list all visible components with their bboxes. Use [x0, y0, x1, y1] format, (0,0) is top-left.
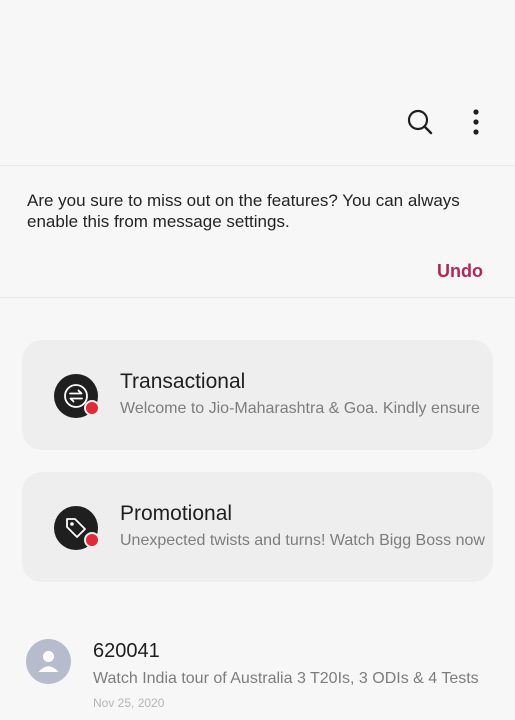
unread-badge: [84, 400, 100, 416]
category-preview: Unexpected twists and turns! Watch Bigg …: [120, 532, 485, 549]
category-title: Transactional: [120, 370, 246, 393]
conversation-item[interactable]: 620041 Watch India tour of Australia 3 T…: [0, 627, 515, 720]
avatar: [26, 639, 71, 684]
search-icon: [407, 109, 433, 135]
person-icon: [38, 651, 59, 672]
more-options-button[interactable]: [458, 104, 494, 140]
category-preview: Welcome to Jio-Maharashtra & Goa. Kindly…: [120, 400, 480, 417]
divider: [0, 297, 515, 298]
conversation-sender: 620041: [93, 640, 160, 662]
search-button[interactable]: [402, 104, 438, 140]
more-options-icon: [473, 109, 479, 135]
undo-button[interactable]: Undo: [437, 261, 483, 282]
transactional-category-icon: [54, 374, 100, 418]
divider: [0, 165, 515, 166]
disable-feature-notice: Are you sure to miss out on the features…: [27, 191, 460, 231]
unread-badge: [84, 532, 100, 548]
promotional-category-icon: [54, 506, 100, 550]
category-card-promotional[interactable]: Promotional Unexpected twists and turns!…: [22, 472, 493, 582]
category-card-transactional[interactable]: Transactional Welcome to Jio-Maharashtra…: [22, 340, 493, 450]
conversation-date: Nov 25, 2020: [93, 696, 165, 710]
conversation-preview: Watch India tour of Australia 3 T20Is, 3…: [93, 670, 479, 687]
category-title: Promotional: [120, 502, 233, 525]
top-app-bar: [0, 0, 515, 165]
